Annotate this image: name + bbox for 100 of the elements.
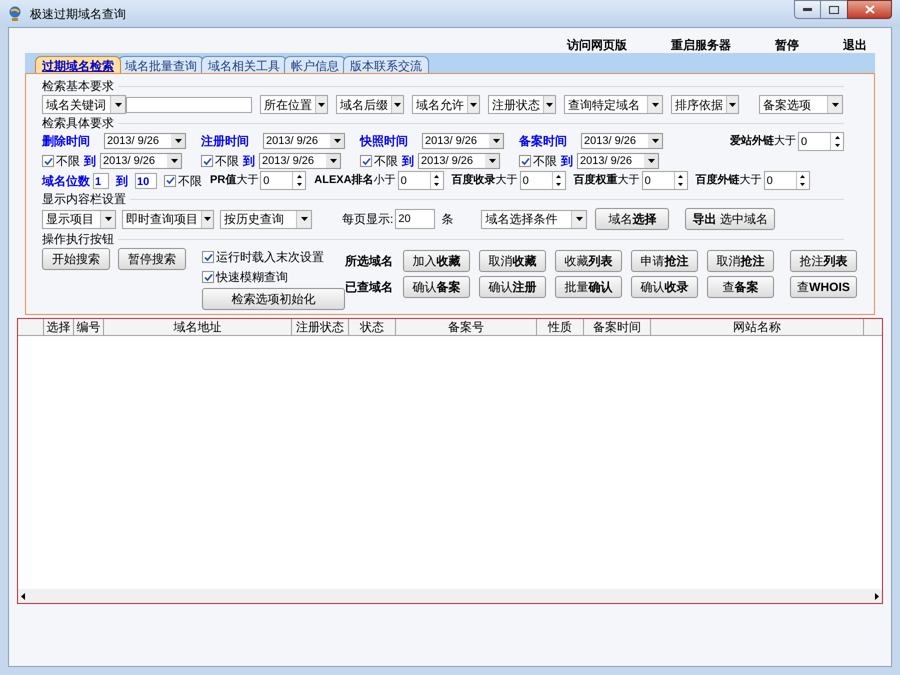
column-header[interactable]: 备案时间 (584, 319, 651, 335)
dropdown[interactable]: 注册状态 (488, 95, 556, 114)
keyword-field[interactable] (126, 96, 252, 112)
checkbox[interactable] (202, 271, 214, 283)
menu-link[interactable]: 访问网页版 (567, 36, 627, 53)
up-arrow-icon[interactable] (678, 174, 684, 178)
dropdown[interactable]: 所在位置 (260, 95, 328, 114)
date-picker[interactable]: 2013/ 9/26 (259, 153, 341, 169)
dropdown[interactable]: 域名选择条件 (481, 210, 588, 228)
left-arrow-icon[interactable] (21, 592, 25, 600)
spin-field[interactable]: 0 (798, 132, 844, 151)
button[interactable]: 域名选择 (595, 208, 670, 230)
field-label: 快照时间 (360, 133, 409, 150)
column-header[interactable]: 域名地址 (104, 319, 292, 335)
dropdown[interactable]: 域名后缀 (336, 95, 404, 114)
caret-icon (470, 102, 477, 106)
up-arrow-icon[interactable] (296, 174, 302, 178)
field-label: 域名位数 (42, 172, 90, 190)
date-picker[interactable]: 2013/ 9/26 (577, 153, 659, 169)
button[interactable]: 取消抢注 (707, 250, 774, 272)
dropdown[interactable]: 按历史查询 (220, 210, 312, 228)
button[interactable]: 批量确认 (555, 276, 622, 298)
tab[interactable]: 过期域名检索 (35, 56, 121, 73)
button[interactable]: 取消收藏 (479, 250, 546, 272)
date-picker[interactable]: 2013/ 9/26 (422, 133, 504, 149)
button[interactable]: 开始搜索 (42, 248, 110, 270)
column-header[interactable]: 注册状态 (292, 319, 349, 335)
column-header[interactable]: 编号 (74, 319, 104, 335)
dropdown[interactable]: 备案选项 (759, 95, 843, 114)
date-picker[interactable]: 2013/ 9/26 (263, 133, 345, 149)
column-header[interactable]: 选择 (44, 319, 74, 335)
button[interactable]: 申请抢注 (631, 250, 698, 272)
button[interactable]: 查WHOIS (790, 276, 857, 298)
up-arrow-icon[interactable] (834, 136, 840, 139)
field-label: 到 (82, 153, 97, 170)
up-arrow-icon[interactable] (800, 174, 806, 178)
spin-field[interactable]: 0 (642, 171, 688, 190)
down-arrow-icon[interactable] (800, 183, 806, 186)
input-field[interactable]: 1 (93, 172, 109, 188)
date-picker[interactable]: 2013/ 9/26 (100, 153, 182, 169)
tab[interactable]: 帐户信息 (284, 56, 346, 73)
checkbox[interactable] (201, 155, 213, 167)
up-arrow-icon[interactable] (434, 174, 440, 178)
button[interactable]: 暂停搜索 (118, 248, 186, 270)
checkbox[interactable] (519, 155, 531, 167)
maximize-button[interactable] (821, 0, 847, 19)
button[interactable]: 导出 选中域名 (685, 208, 776, 230)
date-picker[interactable]: 2013/ 9/26 (104, 133, 186, 149)
up-arrow-icon[interactable] (556, 174, 562, 178)
tab[interactable]: 域名批量查询 (118, 56, 204, 73)
button[interactable]: 检索选项初始化 (202, 288, 345, 310)
spin-field[interactable]: 0 (260, 171, 306, 190)
caret-icon (300, 217, 308, 221)
caret-icon (652, 139, 658, 143)
section-heading: 检索基本要求 (42, 78, 114, 95)
down-arrow-icon[interactable] (434, 183, 440, 186)
date-picker[interactable]: 2013/ 9/26 (581, 133, 663, 149)
menu-link[interactable]: 重启服务器 (671, 36, 731, 53)
button[interactable]: 查备案 (707, 276, 774, 298)
column-header[interactable]: 状态 (349, 319, 396, 335)
caret-icon (394, 102, 401, 106)
menu-link[interactable]: 退出 (843, 36, 867, 53)
button[interactable]: 确认收录 (631, 276, 698, 298)
minimize-button[interactable] (794, 0, 821, 19)
dropdown[interactable]: 显示项目 (42, 210, 116, 228)
spin-field[interactable]: 0 (398, 171, 444, 190)
input-field[interactable]: 10 (135, 172, 157, 188)
dropdown[interactable]: 即时查询项目 (122, 210, 214, 228)
spin-field[interactable]: 0 (520, 171, 566, 190)
tab[interactable]: 版本联系交流 (343, 56, 429, 73)
tab[interactable]: 域名相关工具 (201, 56, 287, 73)
checkbox[interactable] (42, 155, 54, 167)
checkbox[interactable] (202, 251, 214, 263)
button[interactable]: 确认注册 (479, 276, 546, 298)
close-button[interactable] (847, 0, 892, 19)
column-header[interactable]: 性质 (537, 319, 584, 335)
column-header[interactable]: 网站名称 (651, 319, 864, 335)
group-label: 已查域名 (345, 279, 393, 296)
checkbox[interactable] (164, 174, 176, 186)
down-arrow-icon[interactable] (678, 183, 684, 186)
button[interactable]: 确认备案 (403, 276, 470, 298)
button[interactable]: 加入收藏 (403, 250, 470, 272)
dropdown[interactable]: 排序依据 (671, 95, 739, 114)
right-arrow-icon[interactable] (875, 592, 879, 600)
down-arrow-icon[interactable] (556, 183, 562, 186)
button[interactable]: 收藏列表 (555, 250, 622, 272)
menu-link[interactable]: 暂停 (775, 36, 799, 53)
checkbox-label: 不限 (533, 153, 557, 170)
spin-field[interactable]: 0 (764, 171, 810, 190)
button[interactable]: 抢注列表 (790, 250, 857, 272)
checkbox[interactable] (360, 155, 372, 167)
dropdown[interactable]: 查询特定域名 (564, 95, 663, 114)
dropdown[interactable]: 域名关键词 (42, 95, 126, 114)
input-field[interactable]: 20 (395, 209, 436, 229)
column-header[interactable]: 备案号 (396, 319, 537, 335)
date-picker[interactable]: 2013/ 9/26 (418, 153, 500, 169)
down-arrow-icon[interactable] (834, 144, 840, 148)
caret-icon (488, 159, 496, 163)
down-arrow-icon[interactable] (296, 183, 302, 186)
dropdown[interactable]: 域名允许 (412, 95, 480, 114)
